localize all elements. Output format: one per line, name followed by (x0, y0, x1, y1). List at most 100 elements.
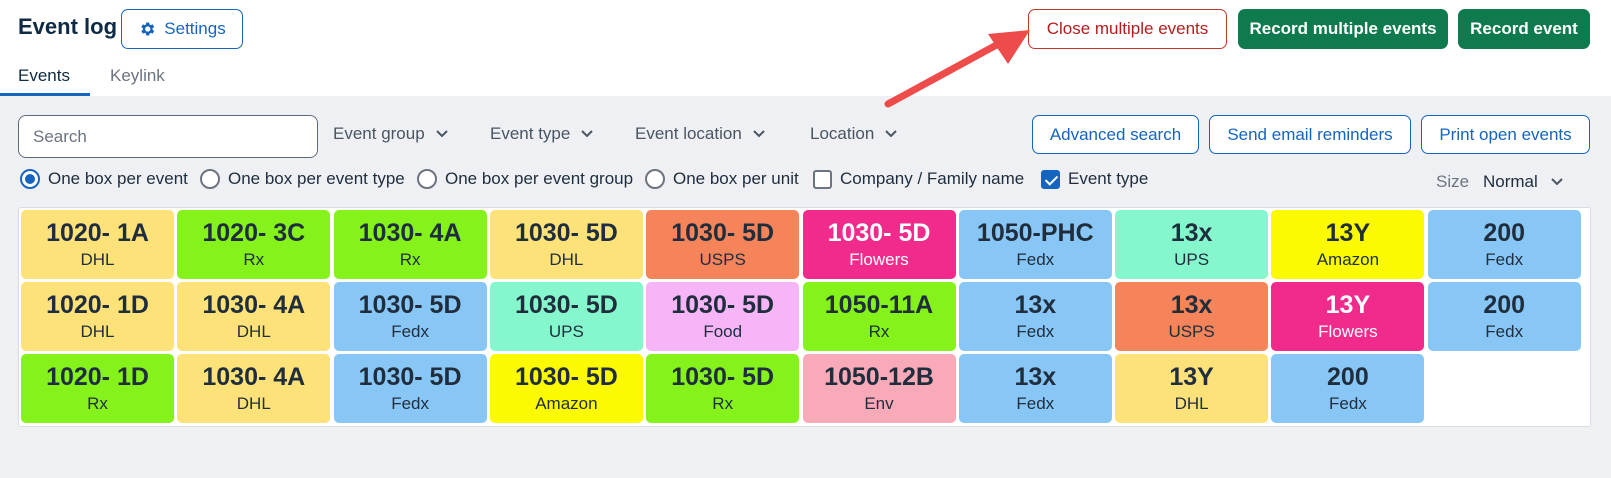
event-tile[interactable]: 200 Fedx (1427, 282, 1581, 351)
event-tile-unit: 1030- 5D (514, 290, 618, 319)
event-tile-unit: 13Y (1325, 218, 1371, 247)
event-grid: 1020- 1A DHL 1020- 3C Rx 1030- 4A Rx 1030- 5D D… (18, 207, 1591, 427)
event-tile-type: Fedx (1016, 321, 1055, 341)
event-tile-unit: 1030- 5D (671, 218, 775, 247)
event-tile-type: Fedx (1485, 249, 1524, 269)
event-tile[interactable]: 1020- 3C Rx (177, 210, 331, 279)
event-tile-unit: 1020- 1D (46, 362, 149, 391)
settings-button[interactable]: Settings (121, 9, 243, 49)
event-tile-unit: 200 (1327, 362, 1369, 391)
checkbox[interactable] (1041, 169, 1060, 189)
send-email-reminders-button[interactable]: Send email reminders (1209, 115, 1411, 154)
event-tile-unit: 1050-12B (824, 362, 934, 391)
event-tile[interactable]: 1030- 4A DHL (177, 282, 331, 351)
event-tile-unit: 1030- 5D (514, 218, 618, 247)
chevron-down-icon (753, 130, 765, 138)
event-tile-type: DHL (80, 249, 115, 269)
event-tile[interactable]: 200 Fedx (1427, 210, 1581, 279)
event-tile-type: Rx (243, 249, 265, 269)
event-tile[interactable]: 1050-11A Rx (802, 282, 956, 351)
chevron-down-icon (885, 130, 897, 138)
event-tile[interactable]: 1030- 5D Flowers (802, 210, 956, 279)
event-tile[interactable]: 1050-12B Env (802, 354, 956, 423)
event-tile-type: Fedx (1016, 249, 1055, 269)
event-tile[interactable]: 1030- 5D DHL (489, 210, 643, 279)
event-tile-unit: 1030- 4A (202, 290, 306, 319)
event-tile[interactable]: 13Y DHL (1115, 354, 1269, 423)
checkbox-event-type[interactable]: Event type (1041, 169, 1148, 189)
event-tile-unit: 13Y (1169, 362, 1214, 391)
event-tile[interactable]: 13x UPS (1115, 210, 1269, 279)
radio-one-box-per-unit[interactable]: One box per unit (645, 169, 799, 189)
event-tile-unit: 13Y (1325, 290, 1371, 319)
event-tile[interactable]: 1030- 5D Amazon (489, 354, 643, 423)
event-tile[interactable]: 1020- 1A DHL (21, 210, 174, 279)
event-tile-type: Flowers (1318, 321, 1378, 341)
event-tile[interactable]: 1030- 5D UPS (489, 282, 643, 351)
event-group-label: Event group (333, 124, 425, 143)
radio-label: One box per unit (673, 169, 799, 188)
record-multiple-events-button[interactable]: Record multiple events (1238, 9, 1448, 49)
event-group-dropdown[interactable]: Event group (333, 124, 449, 144)
close-multiple-events-button[interactable]: Close multiple events (1028, 9, 1227, 49)
radio-button[interactable] (645, 169, 665, 189)
checkbox-company-family-name[interactable]: Company / Family name (813, 169, 1024, 189)
event-tile-type: Fedx (391, 321, 429, 341)
event-tile[interactable]: 1030- 5D Fedx (333, 354, 487, 423)
advanced-search-button[interactable]: Advanced search (1032, 115, 1199, 154)
event-tile[interactable]: 1030- 5D Rx (646, 354, 800, 423)
radio-one-box-per-event-type[interactable]: One box per event type (200, 169, 405, 189)
event-tile-unit: 1030- 5D (827, 218, 931, 247)
event-tile[interactable]: 13x Fedx (958, 354, 1112, 423)
event-tile[interactable]: 1050-PHC Fedx (958, 210, 1112, 279)
event-tile[interactable]: 200 Fedx (1271, 354, 1425, 423)
radio-button[interactable] (200, 169, 220, 189)
gear-icon (141, 22, 155, 36)
radio-one-box-per-event[interactable]: One box per event (20, 169, 188, 189)
location-dropdown[interactable]: Location (810, 124, 898, 144)
event-tile[interactable]: 1030- 5D USPS (646, 210, 800, 279)
location-label: Location (810, 124, 875, 143)
event-tile-type: Fedx (1016, 393, 1055, 413)
event-location-dropdown[interactable]: Event location (635, 124, 766, 144)
record-event-button[interactable]: Record event (1458, 9, 1590, 49)
tab-keylink[interactable]: Keylink (110, 66, 165, 86)
checkbox[interactable] (813, 169, 832, 189)
event-tile-type: Amazon (1316, 249, 1380, 269)
radio-button[interactable] (417, 169, 437, 189)
event-tile-unit: 1030- 5D (514, 362, 618, 391)
event-tile[interactable]: 13x USPS (1115, 282, 1269, 351)
event-type-dropdown[interactable]: Event type (490, 124, 594, 144)
search-input[interactable] (18, 115, 318, 158)
size-dropdown[interactable]: Normal (1483, 172, 1564, 192)
chevron-down-icon (1551, 178, 1563, 186)
event-tile[interactable]: 1030- 5D Food (646, 282, 800, 351)
event-tile[interactable]: 1030- 5D Fedx (333, 282, 487, 351)
event-tile-type: DHL (1174, 393, 1209, 413)
event-tile-unit: 13x (1170, 290, 1213, 319)
print-open-events-button[interactable]: Print open events (1421, 115, 1590, 154)
radio-one-box-per-event-group[interactable]: One box per event group (417, 169, 633, 189)
event-tile[interactable]: 13Y Amazon (1271, 210, 1425, 279)
event-tile[interactable]: 1030- 4A Rx (333, 210, 487, 279)
event-tile-unit: 13x (1014, 362, 1057, 391)
event-tile-type: UPS (1174, 249, 1210, 269)
event-tile[interactable]: 13Y Flowers (1271, 282, 1425, 351)
event-tile[interactable]: 1030- 4A DHL (177, 354, 331, 423)
radio-button[interactable] (20, 169, 40, 189)
event-tile[interactable]: 1020- 1D Rx (21, 354, 174, 423)
event-tile-type: Rx (87, 393, 108, 413)
tab-events[interactable]: Events (18, 66, 70, 86)
event-tile[interactable]: 1020- 1D DHL (21, 282, 174, 351)
event-tile-unit: 1030- 5D (358, 362, 462, 391)
event-tile[interactable]: 13x Fedx (958, 282, 1112, 351)
event-tile-unit: 1030- 4A (358, 218, 462, 247)
event-tile-type: USPS (1168, 321, 1215, 341)
event-tile-type: Rx (399, 249, 421, 269)
event-tile-unit: 1020- 1D (46, 290, 149, 319)
event-tile-type: USPS (699, 249, 746, 269)
event-tile-unit: 13x (1170, 218, 1213, 247)
radio-label: One box per event (48, 169, 188, 188)
event-tile-type: Rx (712, 393, 734, 413)
event-location-label: Event location (635, 124, 742, 143)
